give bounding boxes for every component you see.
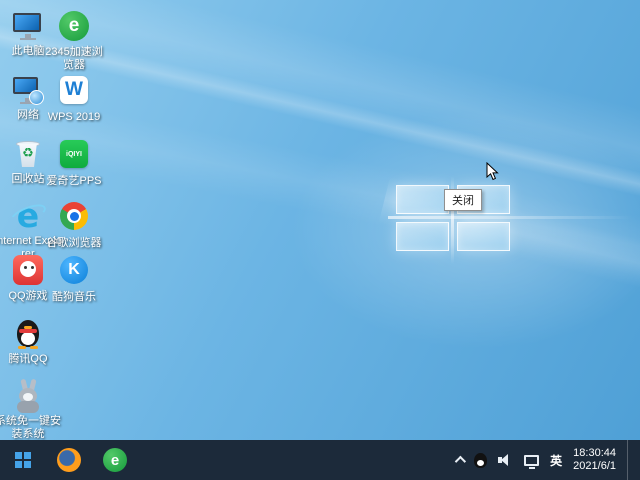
2345-browser-icon: e (58, 11, 90, 43)
input-method-indicator[interactable]: 英 (550, 452, 562, 469)
desktop-icon-2345-browser[interactable]: e 2345加速浏览器 (40, 10, 108, 72)
windows-start-icon (15, 452, 32, 469)
taskbar-2345-browser-button[interactable]: e (92, 440, 138, 480)
start-button[interactable] (0, 440, 46, 480)
iqiyi-icon: iQIYI (58, 140, 90, 172)
network-icon[interactable] (524, 455, 539, 466)
windows-logo-pane (396, 185, 449, 214)
kugou-icon: K (58, 256, 90, 288)
chrome-icon (58, 202, 90, 234)
tooltip-close: 关闭 (444, 189, 482, 211)
rabbit-mascot-icon (12, 380, 44, 412)
desktop-icon-label: 酷狗音乐 (40, 291, 108, 304)
desktop-icon-wps-2019[interactable]: W WPS 2019 (40, 74, 108, 124)
windows-logo-pane (396, 222, 449, 251)
hidden-icons-chevron-icon[interactable] (455, 456, 466, 467)
desktop-icon-label: 2345加速浏览器 (40, 46, 108, 72)
2345-browser-icon: e (103, 448, 127, 472)
desktop-icon-system-install[interactable]: 系统免一键安装系统 (0, 380, 62, 440)
qq-penguin-icon (12, 318, 44, 350)
taskbar: e 英 18:30:44 2021/6/1 (0, 440, 640, 480)
windows-logo-pane (457, 222, 510, 251)
mouse-cursor (486, 162, 499, 186)
clock-date: 2021/6/1 (573, 460, 616, 473)
firefox-icon (57, 448, 81, 472)
taskbar-firefox-button[interactable] (46, 440, 92, 480)
desktop: 此电脑 网络 ♻ 回收站 e Internet Explorer QQ游戏 (0, 0, 640, 440)
show-desktop-button[interactable] (627, 440, 632, 480)
desktop-icon-kugou-music[interactable]: K 酷狗音乐 (40, 254, 108, 304)
system-tray: 英 18:30:44 2021/6/1 (455, 440, 640, 480)
desktop-icon-chrome[interactable]: 谷歌浏览器 (40, 200, 108, 250)
desktop-icon-label: 爱奇艺PPS (40, 175, 108, 188)
desktop-icon-label: 腾讯QQ (0, 353, 62, 366)
clock-time: 18:30:44 (573, 447, 616, 460)
taskbar-clock[interactable]: 18:30:44 2021/6/1 (573, 447, 616, 473)
volume-icon[interactable] (498, 453, 513, 467)
tray-qq-icon[interactable] (474, 453, 487, 468)
desktop-icon-label: WPS 2019 (40, 111, 108, 124)
desktop-icon-label: 系统免一键安装系统 (0, 415, 62, 440)
screen: { "desktop": { "icons": [ { "id": "this-… (0, 0, 640, 480)
desktop-icon-iqiyi-pps[interactable]: iQIYI 爱奇艺PPS (40, 138, 108, 188)
desktop-icon-tencent-qq[interactable]: 腾讯QQ (0, 318, 62, 366)
desktop-icon-label: 谷歌浏览器 (40, 237, 108, 250)
wps-icon: W (58, 76, 90, 108)
